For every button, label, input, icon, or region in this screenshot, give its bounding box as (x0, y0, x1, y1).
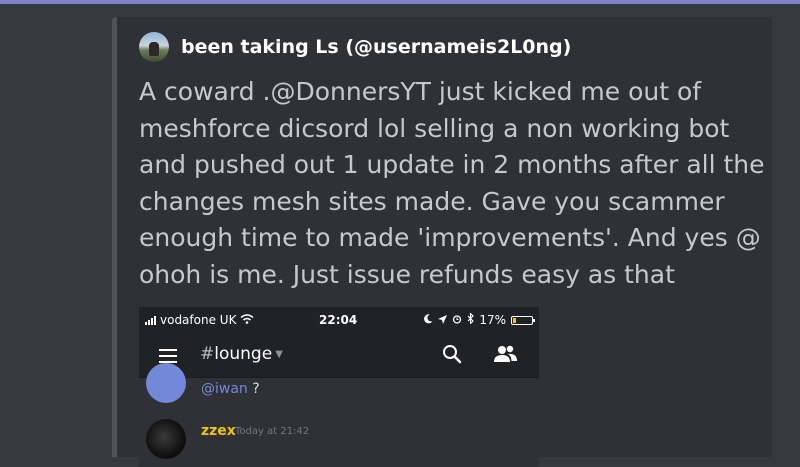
channel-toolbar: #lounge ▼ (139, 333, 539, 377)
author-avatar[interactable] (139, 32, 169, 62)
embed-description: A coward .@DonnersYT just kicked me out … (139, 74, 765, 293)
user-avatar[interactable] (146, 363, 186, 403)
search-icon[interactable] (442, 344, 462, 368)
top-accent-bar (0, 0, 800, 4)
phone-status-bar: vodafone UK 22:04 17% (139, 307, 539, 333)
signal-icon (145, 315, 156, 325)
wifi-icon (240, 313, 254, 327)
user-mention[interactable]: @iwan (201, 381, 248, 397)
channel-hash: # (200, 344, 215, 364)
bluetooth-icon (467, 312, 475, 327)
embed-author[interactable]: been taking Ls (@usernameis2L0ng) (139, 30, 571, 64)
description-line: meshforce dicsord lol selling a non work… (139, 113, 730, 143)
location-arrow-icon (438, 313, 448, 327)
chevron-down-icon[interactable]: ▼ (275, 349, 283, 360)
description-line: ohoh is me. Just issue refunds easy as t… (139, 259, 675, 289)
channel-name: lounge (214, 344, 273, 364)
alarm-icon (452, 313, 462, 327)
description-line: enough time to made 'improvements'. And … (139, 223, 761, 252)
description-line: changes mesh sites made. Gave you scamme… (139, 186, 725, 216)
clock-time: 22:04 (319, 313, 358, 327)
chat-message: @iwan ? (139, 363, 539, 411)
author-name[interactable]: been taking Ls (@usernameis2L0ng) (181, 36, 571, 58)
message-username[interactable]: zzex (201, 423, 236, 439)
battery-icon (511, 315, 535, 325)
channel-title[interactable]: #lounge ▼ (200, 344, 283, 364)
message-timestamp: Today at 21:42 (235, 426, 310, 437)
message-content: @iwan ? (201, 381, 260, 397)
battery-percent: 17% (479, 313, 506, 327)
carrier-name: vodafone UK (160, 313, 237, 327)
user-avatar[interactable] (146, 419, 186, 459)
embedded-screenshot[interactable]: vodafone UK 22:04 17% #lounge ▼ @iwan ? … (139, 307, 539, 467)
moon-icon (424, 313, 433, 327)
message-text: ? (247, 381, 260, 397)
description-line: and pushed out 1 update in 2 months afte… (139, 150, 765, 179)
members-icon[interactable] (494, 345, 518, 367)
chat-message: zzex Today at 21:42 (139, 411, 539, 467)
description-line: A coward .@DonnersYT just kicked me out … (139, 77, 702, 106)
